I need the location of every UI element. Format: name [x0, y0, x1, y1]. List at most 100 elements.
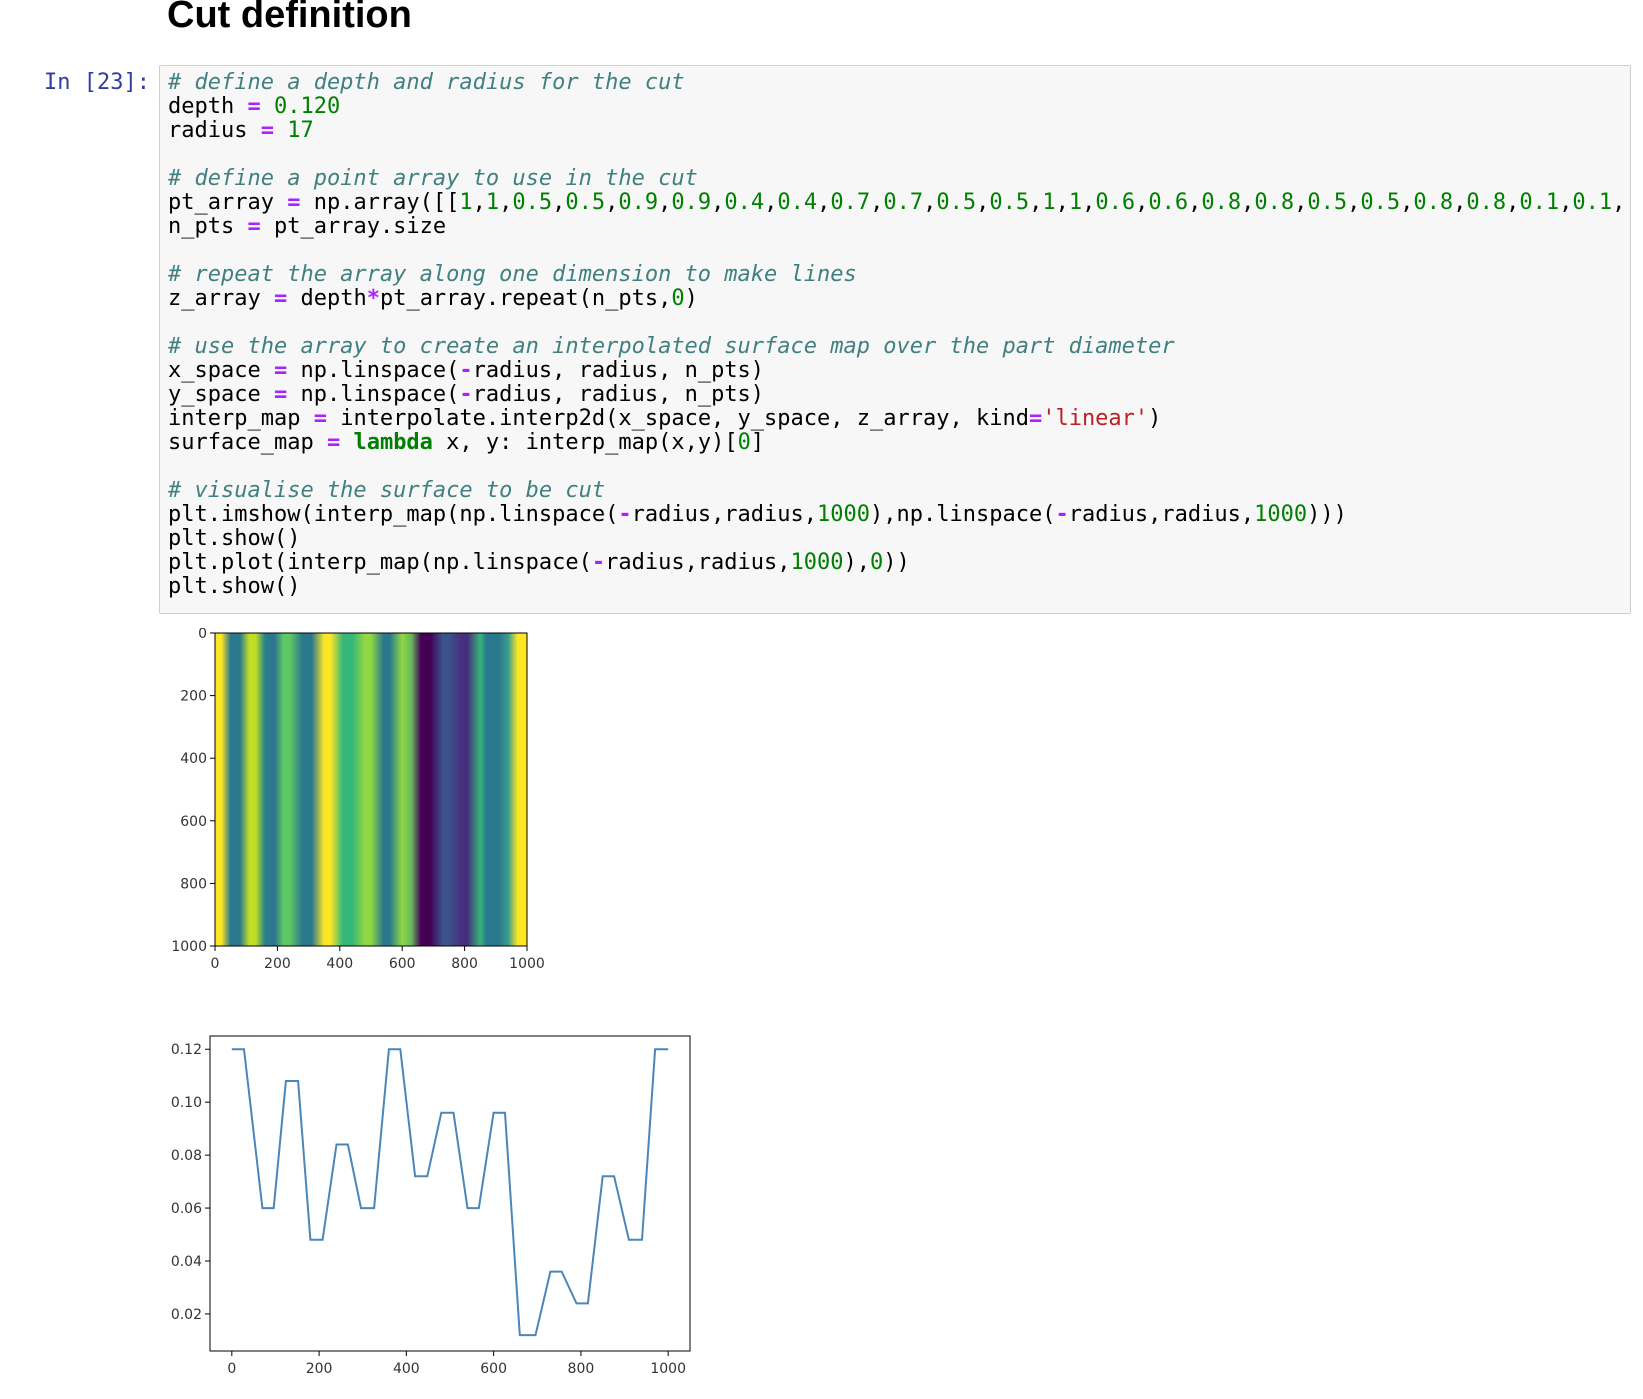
code-token: radius, radius, n_pts): [472, 382, 765, 407]
code-token: ))): [1307, 502, 1347, 527]
y-tick-label: 0.04: [171, 1254, 202, 1270]
x-tick-label: 200: [306, 1361, 333, 1377]
x-tick-label: 800: [451, 956, 478, 972]
pt-array-value: 0.8: [1413, 190, 1454, 215]
y-tick-label: 1000: [171, 939, 207, 955]
code-token: =: [1028, 406, 1043, 431]
code-token: interp_map: [168, 406, 314, 431]
pt-array-value: 0.8: [1466, 190, 1507, 215]
code-token: pt_array.repeat(n_pts,: [379, 286, 672, 311]
pt-array-value: 0.1: [1519, 190, 1560, 215]
code-token: radius,radius,: [1068, 502, 1255, 527]
pt-array-value: 1: [485, 190, 500, 215]
code-token: *: [366, 286, 380, 311]
code-token: -: [591, 550, 606, 575]
comment-line: # visualise the surface to be cut: [168, 478, 606, 503]
code-token: np.linspace(: [287, 382, 460, 407]
code-token: =: [260, 118, 274, 143]
pt-array-value: 0.5: [1360, 190, 1401, 215]
code-cell[interactable]: # define a depth and radius for the cut …: [159, 65, 1631, 614]
x-tick-label: 400: [326, 956, 353, 972]
code-token: ): [1148, 406, 1162, 431]
code-token: radius,radius,: [631, 502, 818, 527]
imshow-image: [214, 632, 528, 947]
code-token: x, y: interp_map(x,y)[: [432, 430, 738, 455]
code-token: =: [273, 382, 288, 407]
code-token: =: [247, 214, 261, 239]
code-token: depth: [287, 286, 367, 311]
code-token: =: [247, 94, 261, 119]
code-token: depth: [168, 94, 235, 119]
code-token: -: [618, 502, 632, 527]
pt-array-value: 0.5: [565, 190, 606, 215]
x-tick-label: 1000: [509, 956, 545, 972]
pt-array-value: 1: [1042, 190, 1056, 215]
code-token: 'linear': [1042, 406, 1149, 431]
comment-line: # define a depth and radius for the cut: [168, 70, 685, 95]
y-tick-label: 0: [198, 628, 207, 642]
pt-array-value: 0.8: [1254, 190, 1295, 215]
pt-array-value: 0.5: [989, 190, 1030, 215]
y-tick-label: 0.10: [171, 1095, 202, 1111]
code-token: radius, radius, n_pts): [472, 358, 765, 383]
code-token: ]: [750, 430, 765, 455]
pt-array-value: 1: [1068, 190, 1083, 215]
x-tick-label: 400: [393, 1361, 420, 1377]
pt-array-value: 0.1: [1572, 190, 1613, 215]
y-tick-label: 200: [180, 689, 207, 705]
code-token: 17: [287, 118, 314, 143]
code-token: z_array: [168, 286, 274, 311]
pt-array-value: 0.4: [724, 190, 765, 215]
code-token: n_pts: [168, 214, 248, 239]
code-token: interpolate.interp2d(x_space, y_space, z…: [326, 406, 1029, 431]
x-tick-label: 600: [389, 956, 416, 972]
code-token: plt.show(): [168, 526, 301, 551]
pt-array-value: 0.9: [618, 190, 659, 215]
code-token: plt.plot(interp_map(np.linspace(: [168, 550, 592, 575]
code-token: pt_array: [168, 190, 288, 215]
pt-array-value: 0.8: [1201, 190, 1242, 215]
code-token: lambda: [353, 430, 433, 455]
code-token: surface_map: [168, 430, 327, 455]
y-tick-label: 600: [180, 814, 207, 830]
pt-array-value: 0.5: [512, 190, 553, 215]
code-token: =: [326, 430, 341, 455]
pt-array-value: 0.6: [1095, 190, 1136, 215]
code-token: ),: [843, 550, 871, 575]
x-tick-label: 800: [568, 1361, 595, 1377]
section-heading: Cut definition: [167, 0, 412, 36]
cell-prompt: In [23]:: [44, 70, 150, 95]
code-token: np.array([[: [300, 190, 460, 215]
pt-array-value: 0.4: [777, 190, 818, 215]
code-token: -: [459, 358, 473, 383]
code-token: radius,radius,: [605, 550, 791, 575]
code-token: 0: [870, 550, 884, 575]
pt-array-value: 0.9: [671, 190, 712, 215]
x-tick-label: 0: [227, 1361, 236, 1377]
comment-line: # repeat the array along one dimension t…: [168, 262, 857, 287]
imshow-plot: 0 200 400 600 800 100002004006008001000: [171, 628, 545, 972]
pt-array-value: 0.7: [883, 190, 924, 215]
y-tick-label: 800: [180, 876, 207, 892]
pt-array-value: 0.5: [936, 190, 977, 215]
line-plot: 0 200 400 600 800 1000 0.12 0.10 0.08 0.06 0.04 0.0…: [171, 1035, 691, 1377]
x-tick-label: 0: [211, 956, 220, 972]
code-token: 0: [671, 286, 685, 311]
code-token: plt.show(): [168, 574, 301, 599]
x-tick-label: 600: [480, 1361, 507, 1377]
code-token: y_space: [168, 382, 274, 407]
code-editor[interactable]: # define a depth and radius for the cut …: [168, 71, 1625, 599]
code-token: 0: [737, 430, 751, 455]
y-tick-label: 0.06: [171, 1201, 202, 1217]
code-token: 1000: [817, 502, 871, 527]
code-token: 0.120: [273, 94, 341, 119]
code-token: ): [684, 286, 698, 311]
comment-line: # define a point array to use in the cut: [168, 166, 698, 191]
code-token: x_space: [168, 358, 274, 383]
x-tick-label: 1000: [650, 1361, 686, 1377]
code-token: radius: [168, 118, 248, 143]
code-token: -: [459, 382, 473, 407]
x-tick-label: 200: [264, 956, 291, 972]
y-tick-label: 400: [180, 751, 207, 767]
